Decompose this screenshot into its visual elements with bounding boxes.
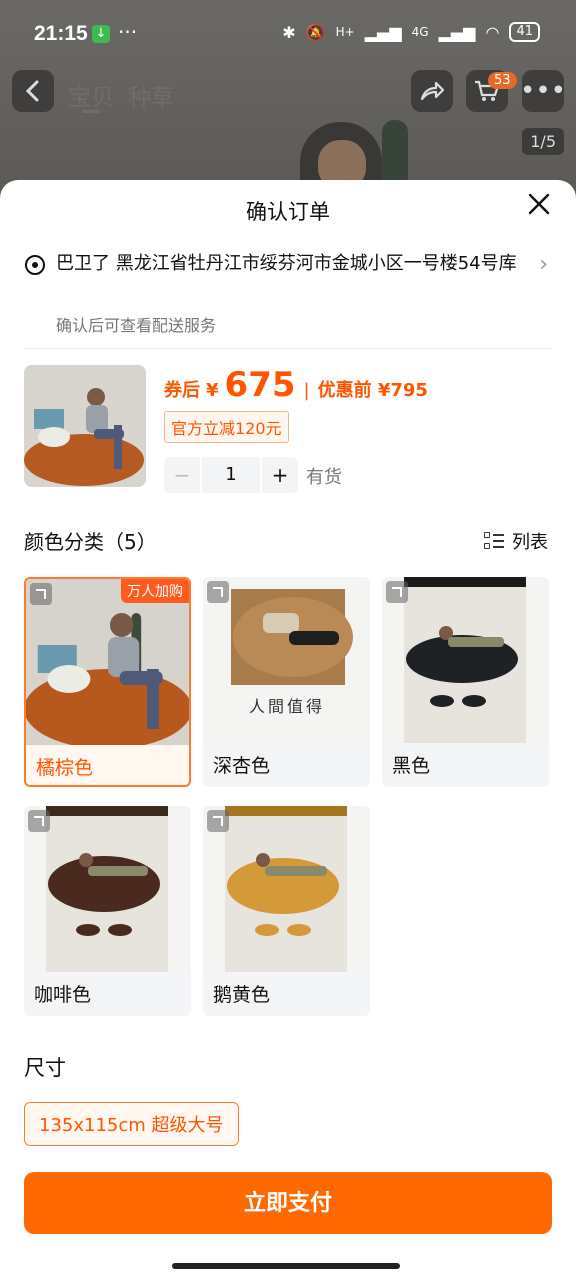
share-icon bbox=[420, 81, 445, 101]
currency-symbol: ¥ bbox=[206, 380, 219, 401]
signal-icon: ▂▄▆ bbox=[364, 22, 402, 42]
quantity-stepper: − 1 + bbox=[164, 457, 298, 493]
address-text: 巴卫了 黑龙江省牡丹江市绥芬河市金城小区一号楼54号库 bbox=[56, 253, 517, 274]
download-icon: ↓ bbox=[92, 25, 110, 43]
sheet-title: 确认订单 bbox=[246, 200, 330, 224]
signal-icon-2: ▂▄▆ bbox=[438, 22, 476, 42]
share-button[interactable] bbox=[411, 70, 453, 112]
more-button[interactable]: ••• bbox=[520, 70, 567, 112]
divider bbox=[24, 348, 552, 349]
color-option-goose-yellow[interactable]: 鹅黄色 bbox=[203, 806, 370, 1016]
tab-seeding[interactable]: 种草 bbox=[128, 78, 174, 112]
expand-icon[interactable] bbox=[207, 810, 229, 832]
color-label: 鹅黄色 bbox=[213, 984, 271, 1006]
status-time: 21:15 bbox=[34, 22, 88, 45]
back-button[interactable] bbox=[12, 70, 54, 112]
hot-badge: 万人加购 bbox=[121, 579, 189, 603]
chevron-right-icon: › bbox=[539, 252, 548, 277]
product-thumbnail-image bbox=[24, 365, 146, 487]
tab-active-indicator bbox=[82, 110, 100, 113]
pay-now-button[interactable]: 立即支付 bbox=[24, 1172, 552, 1234]
list-toggle-label: 列表 bbox=[512, 532, 548, 553]
color-option-black[interactable]: 黑色 bbox=[382, 577, 549, 787]
tab-product[interactable]: 宝贝 bbox=[68, 78, 114, 112]
size-section-title: 尺寸 bbox=[24, 1056, 66, 1080]
order-confirm-sheet: 确认订单 巴卫了 黑龙江省牡丹江市绥芬河市金城小区一号楼54号库 确认后可查看配… bbox=[0, 180, 576, 1280]
product-summary: 券后 ¥ 675 | 优惠前 ¥795 官方立减120元 − 1 + 有货 bbox=[24, 365, 552, 495]
color-label: 咖啡色 bbox=[34, 984, 92, 1006]
stock-status: 有货 bbox=[306, 467, 342, 488]
color-image-goose-yellow bbox=[203, 806, 370, 972]
color-label: 橘棕色 bbox=[36, 757, 94, 779]
mute-icon: 🔕 bbox=[305, 22, 326, 42]
color-image-dark-apricot bbox=[203, 577, 370, 743]
top-nav: 宝贝 种草 53 ••• bbox=[0, 70, 576, 114]
close-button[interactable] bbox=[524, 192, 554, 222]
network-type-1: H+ bbox=[335, 25, 355, 39]
coupon-tag: 官方立减120元 bbox=[164, 411, 289, 443]
location-pin-icon bbox=[25, 255, 45, 275]
image-index: 1/5 bbox=[522, 128, 564, 155]
network-type-2: 4G bbox=[411, 25, 429, 39]
expand-icon[interactable] bbox=[28, 810, 50, 832]
expand-icon[interactable] bbox=[386, 581, 408, 603]
increment-button[interactable]: + bbox=[262, 463, 298, 487]
color-image-coffee bbox=[24, 806, 191, 972]
price-before: 优惠前 ¥795 bbox=[317, 380, 428, 401]
size-option[interactable]: 135x115cm 超级大号 bbox=[24, 1102, 239, 1146]
decrement-button[interactable]: − bbox=[164, 463, 200, 487]
status-icons: ✱ 🔕 H+ ▂▄▆ 4G ▂▄▆ ◠ 41 bbox=[282, 22, 540, 42]
color-option-coffee[interactable]: 咖啡色 bbox=[24, 806, 191, 1016]
price-value: 675 bbox=[224, 365, 296, 405]
battery-icon: 41 bbox=[509, 22, 540, 42]
address-subtext: 确认后可查看配送服务 bbox=[56, 316, 217, 335]
color-image-black bbox=[382, 577, 549, 743]
color-option-dark-apricot[interactable]: 人間值得 深杏色 bbox=[203, 577, 370, 787]
quantity-input[interactable]: 1 bbox=[200, 457, 262, 493]
chevron-left-icon bbox=[25, 80, 39, 102]
expand-icon[interactable] bbox=[30, 583, 52, 605]
color-label: 深杏色 bbox=[213, 755, 271, 777]
price-separator: | bbox=[303, 380, 310, 401]
color-label: 黑色 bbox=[392, 755, 431, 777]
more-dots-icon: ••• bbox=[520, 76, 567, 106]
more-notifications-icon: ··· bbox=[118, 20, 138, 44]
list-icon bbox=[484, 531, 504, 551]
list-view-toggle[interactable]: 列表 bbox=[484, 528, 548, 554]
status-bar: 21:15 ↓ ··· ✱ 🔕 H+ ▂▄▆ 4G ▂▄▆ ◠ 41 bbox=[0, 0, 576, 68]
wifi-icon: ◠ bbox=[485, 22, 500, 42]
price-label: 券后 bbox=[164, 380, 200, 401]
cart-count-badge: 53 bbox=[488, 72, 517, 89]
color-section-header: 颜色分类（5） 列表 bbox=[24, 526, 552, 555]
price-line: 券后 ¥ 675 | 优惠前 ¥795 bbox=[164, 365, 428, 405]
color-section-title: 颜色分类（5） bbox=[24, 530, 157, 554]
bluetooth-icon: ✱ bbox=[282, 22, 296, 42]
expand-icon[interactable] bbox=[207, 581, 229, 603]
color-option-orange-brown[interactable]: 万人加购 橘棕色 bbox=[24, 577, 191, 787]
close-icon bbox=[528, 193, 550, 215]
poster-text: 人間值得 bbox=[249, 697, 326, 716]
home-indicator[interactable] bbox=[172, 1263, 400, 1269]
product-thumbnail[interactable] bbox=[24, 365, 146, 487]
